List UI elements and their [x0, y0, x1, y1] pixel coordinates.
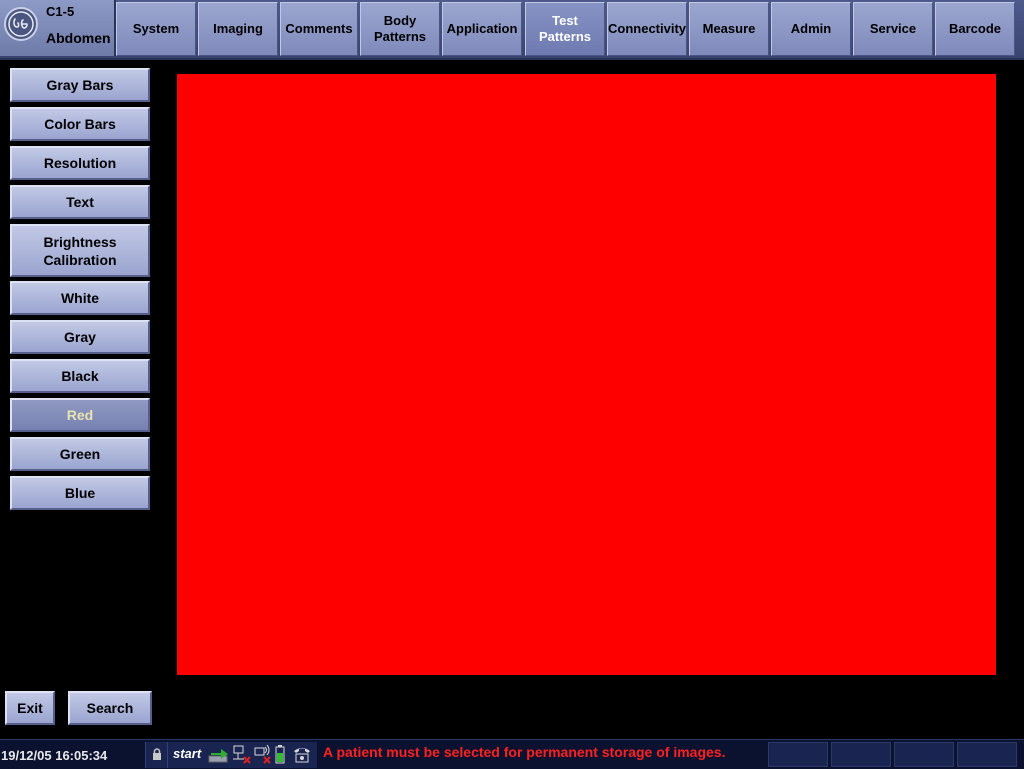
status-slot — [957, 742, 1017, 767]
pattern-brightness-calibration-button[interactable]: Brightness Calibration — [10, 224, 150, 277]
status-bar: 19/12/05 16:05:34 start A patient must b… — [0, 739, 1024, 769]
date-time: 19/12/05 16:05:34 — [1, 748, 108, 763]
tab-service[interactable]: Service — [853, 2, 933, 56]
pattern-text-button[interactable]: Text — [10, 185, 150, 219]
search-button[interactable]: Search — [68, 691, 152, 725]
probe-model: C1-5 — [46, 4, 75, 19]
battery-icon[interactable] — [275, 745, 285, 764]
start-button[interactable]: start — [173, 746, 201, 761]
top-menu-bar: C1-5 Abdomen System Imaging Comments Bod… — [0, 0, 1024, 60]
pattern-resolution-button[interactable]: Resolution — [10, 146, 150, 180]
probe-preset: Abdomen — [46, 30, 111, 46]
wireless-disconnected-icon[interactable] — [252, 743, 274, 765]
lock-icon[interactable] — [151, 748, 163, 761]
status-message: A patient must be selected for permanent… — [323, 744, 726, 760]
lock-tray — [145, 742, 167, 768]
phone-icon[interactable] — [292, 745, 312, 763]
pattern-white-button[interactable]: White — [10, 281, 150, 315]
tab-comments[interactable]: Comments — [280, 2, 358, 56]
pattern-red-button[interactable]: Red — [10, 398, 150, 432]
tab-measure[interactable]: Measure — [689, 2, 769, 56]
tab-admin[interactable]: Admin — [771, 2, 851, 56]
transfer-icon[interactable] — [207, 745, 231, 765]
pattern-black-button[interactable]: Black — [10, 359, 150, 393]
pattern-gray-button[interactable]: Gray — [10, 320, 150, 354]
tab-system[interactable]: System — [116, 2, 196, 56]
tab-barcode[interactable]: Barcode — [935, 2, 1015, 56]
status-slot — [894, 742, 954, 767]
exit-button[interactable]: Exit — [5, 691, 55, 725]
tab-imaging[interactable]: Imaging — [198, 2, 278, 56]
pattern-blue-button[interactable]: Blue — [10, 476, 150, 510]
status-slot — [831, 742, 891, 767]
tab-connectivity[interactable]: Connectivity — [607, 2, 687, 56]
tab-test-patterns[interactable]: Test Patterns — [525, 2, 605, 56]
network-disconnected-icon[interactable] — [231, 744, 253, 766]
tab-application[interactable]: Application — [442, 2, 522, 56]
pattern-gray-bars-button[interactable]: Gray Bars — [10, 68, 150, 102]
tab-body-patterns[interactable]: Body Patterns — [360, 2, 440, 56]
probe-preset-panel[interactable]: C1-5 Abdomen — [0, 0, 116, 56]
pattern-green-button[interactable]: Green — [10, 437, 150, 471]
status-slot — [768, 742, 828, 767]
pattern-color-bars-button[interactable]: Color Bars — [10, 107, 150, 141]
test-pattern-display — [177, 74, 996, 675]
ge-logo-icon — [4, 7, 38, 41]
